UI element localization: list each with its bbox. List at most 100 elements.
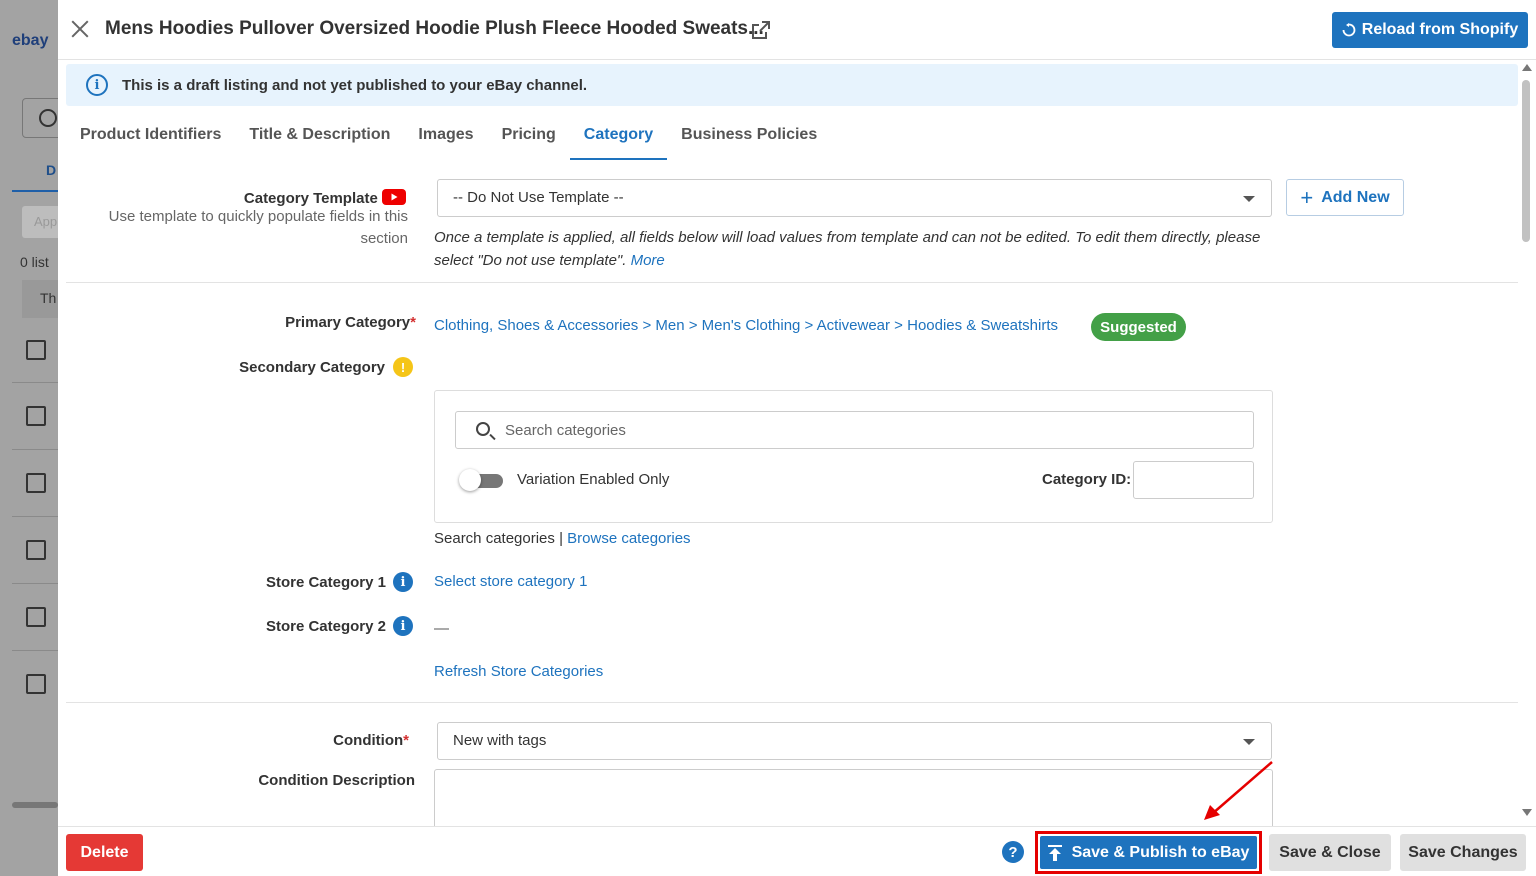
- category-id-input[interactable]: [1133, 461, 1254, 499]
- publish-highlight: Save & Publish to eBay: [1035, 831, 1262, 874]
- save-publish-label: Save & Publish to eBay: [1071, 843, 1250, 861]
- select-store-category-1-link[interactable]: Select store category 1: [434, 573, 587, 590]
- category-mode-links: Search categories | Browse categories: [434, 530, 691, 547]
- link-separator: |: [559, 530, 563, 547]
- section-divider: [66, 702, 1518, 703]
- modal-header: Mens Hoodies Pullover Oversized Hoodie P…: [58, 0, 1536, 60]
- store-category-1-label: Store Category 1: [265, 574, 386, 591]
- browse-categories-link[interactable]: Browse categories: [567, 530, 690, 547]
- background-row-divider: [12, 583, 60, 584]
- required-mark: *: [410, 314, 416, 331]
- search-categories-text[interactable]: Search categories: [434, 530, 555, 547]
- ebay-logo: ebay: [12, 32, 49, 49]
- delete-button[interactable]: Delete: [66, 834, 143, 871]
- chevron-down-icon: [1243, 739, 1255, 745]
- youtube-icon[interactable]: [382, 189, 406, 205]
- save-close-button[interactable]: Save & Close: [1269, 834, 1391, 871]
- category-id-label: Category ID:: [1042, 471, 1132, 488]
- open-external-icon[interactable]: [751, 20, 771, 40]
- more-link[interactable]: More: [631, 252, 665, 269]
- listing-editor-modal: Mens Hoodies Pullover Oversized Hoodie P…: [58, 0, 1536, 876]
- background-checkbox: [26, 674, 46, 694]
- primary-category-label: Primary Category*: [285, 314, 416, 331]
- category-template-label: Category Template: [244, 189, 406, 207]
- plus-icon: +: [1300, 184, 1314, 210]
- refresh-store-categories-link[interactable]: Refresh Store Categories: [434, 663, 603, 680]
- upload-icon: [1047, 844, 1062, 861]
- background-tab: D: [46, 162, 57, 178]
- save-publish-ebay-button[interactable]: Save & Publish to eBay: [1040, 836, 1257, 869]
- scroll-thumb[interactable]: [1522, 80, 1530, 242]
- category-template-select[interactable]: -- Do Not Use Template --: [437, 179, 1272, 217]
- background-row-divider: [12, 516, 60, 517]
- info-icon[interactable]: i: [393, 572, 413, 592]
- template-note: Once a template is applied, all fields b…: [434, 226, 1284, 272]
- background-tab-underline: [12, 190, 60, 192]
- category-search-field[interactable]: [455, 411, 1254, 449]
- save-changes-button[interactable]: Save Changes: [1400, 834, 1526, 871]
- search-icon: [476, 422, 490, 436]
- toggle-knob: [459, 469, 481, 491]
- condition-select[interactable]: New with tags: [437, 722, 1272, 760]
- scroll-up-icon[interactable]: [1522, 64, 1532, 71]
- background-listing-count: 0 list: [20, 254, 49, 270]
- section-tabs: Product Identifiers Title & Description …: [66, 112, 831, 160]
- tab-images[interactable]: Images: [404, 112, 487, 160]
- add-new-label: Add New: [1321, 188, 1390, 206]
- help-icon[interactable]: ?: [1002, 841, 1024, 863]
- condition-label-text: Condition: [333, 732, 404, 749]
- primary-category-path[interactable]: Clothing, Shoes & Accessories > Men > Me…: [434, 317, 1058, 334]
- close-icon[interactable]: [70, 19, 90, 39]
- info-icon: i: [86, 74, 108, 96]
- condition-label: Condition*: [333, 732, 409, 749]
- add-new-template-button[interactable]: + Add New: [1286, 179, 1404, 216]
- tab-category[interactable]: Category: [569, 112, 668, 160]
- listing-title: Mens Hoodies Pullover Oversized Hoodie P…: [105, 18, 764, 39]
- background-checkbox: [26, 406, 46, 426]
- suggested-badge: Suggested: [1091, 313, 1186, 341]
- reload-from-shopify-button[interactable]: Reload from Shopify: [1332, 12, 1528, 48]
- condition-description-label: Condition Description: [258, 772, 415, 789]
- category-search-panel: Variation Enabled Only Category ID:: [434, 390, 1273, 523]
- category-template-selected: -- Do Not Use Template --: [453, 189, 624, 206]
- store-category-2-label: Store Category 2: [265, 618, 386, 635]
- variation-enabled-label: Variation Enabled Only: [517, 471, 670, 488]
- background-row-divider: [12, 650, 60, 651]
- store-category-2-value: —: [434, 620, 449, 637]
- variation-enabled-toggle[interactable]: [459, 469, 503, 491]
- tab-pricing[interactable]: Pricing: [488, 112, 570, 160]
- background-scrollbar: [12, 802, 58, 808]
- tab-business-policies[interactable]: Business Policies: [667, 112, 831, 160]
- refresh-icon: [1342, 23, 1356, 37]
- modal-footer: Delete ? Save & Publish to eBay Save & C…: [58, 826, 1536, 876]
- draft-info-banner: i This is a draft listing and not yet pu…: [66, 64, 1518, 106]
- background-search-icon: [22, 98, 62, 138]
- category-search-input[interactable]: [505, 420, 1235, 440]
- background-table-header: Th: [22, 280, 62, 318]
- background-button: App: [22, 206, 62, 238]
- background-checkbox: [26, 473, 46, 493]
- reload-label: Reload from Shopify: [1361, 21, 1519, 38]
- category-template-label-text: Category Template: [243, 190, 378, 207]
- modal-scrollbar[interactable]: [1520, 62, 1534, 818]
- tab-title-description[interactable]: Title & Description: [235, 112, 404, 160]
- required-mark: *: [403, 732, 409, 749]
- secondary-category-label: Secondary Category: [239, 359, 385, 376]
- background-row-divider: [12, 382, 60, 383]
- primary-category-label-text: Primary Category: [285, 314, 411, 331]
- background-checkbox: [26, 607, 46, 627]
- draft-info-text: This is a draft listing and not yet publ…: [122, 76, 588, 94]
- section-divider: [66, 282, 1518, 283]
- warning-icon[interactable]: !: [393, 357, 413, 377]
- chevron-down-icon: [1243, 196, 1255, 202]
- template-note-text: Once a template is applied, all fields b…: [434, 229, 1261, 269]
- info-icon[interactable]: i: [393, 616, 413, 636]
- scroll-down-icon[interactable]: [1522, 809, 1532, 816]
- annotation-arrow-icon: [1204, 761, 1273, 820]
- condition-selected: New with tags: [453, 732, 547, 749]
- condition-description-textarea[interactable]: [434, 769, 1273, 829]
- background-checkbox: [26, 540, 46, 560]
- background-app: ebay D App 0 list Th: [0, 0, 62, 876]
- tab-product-identifiers[interactable]: Product Identifiers: [66, 112, 235, 160]
- category-template-help: Use template to quickly populate fields …: [108, 208, 408, 247]
